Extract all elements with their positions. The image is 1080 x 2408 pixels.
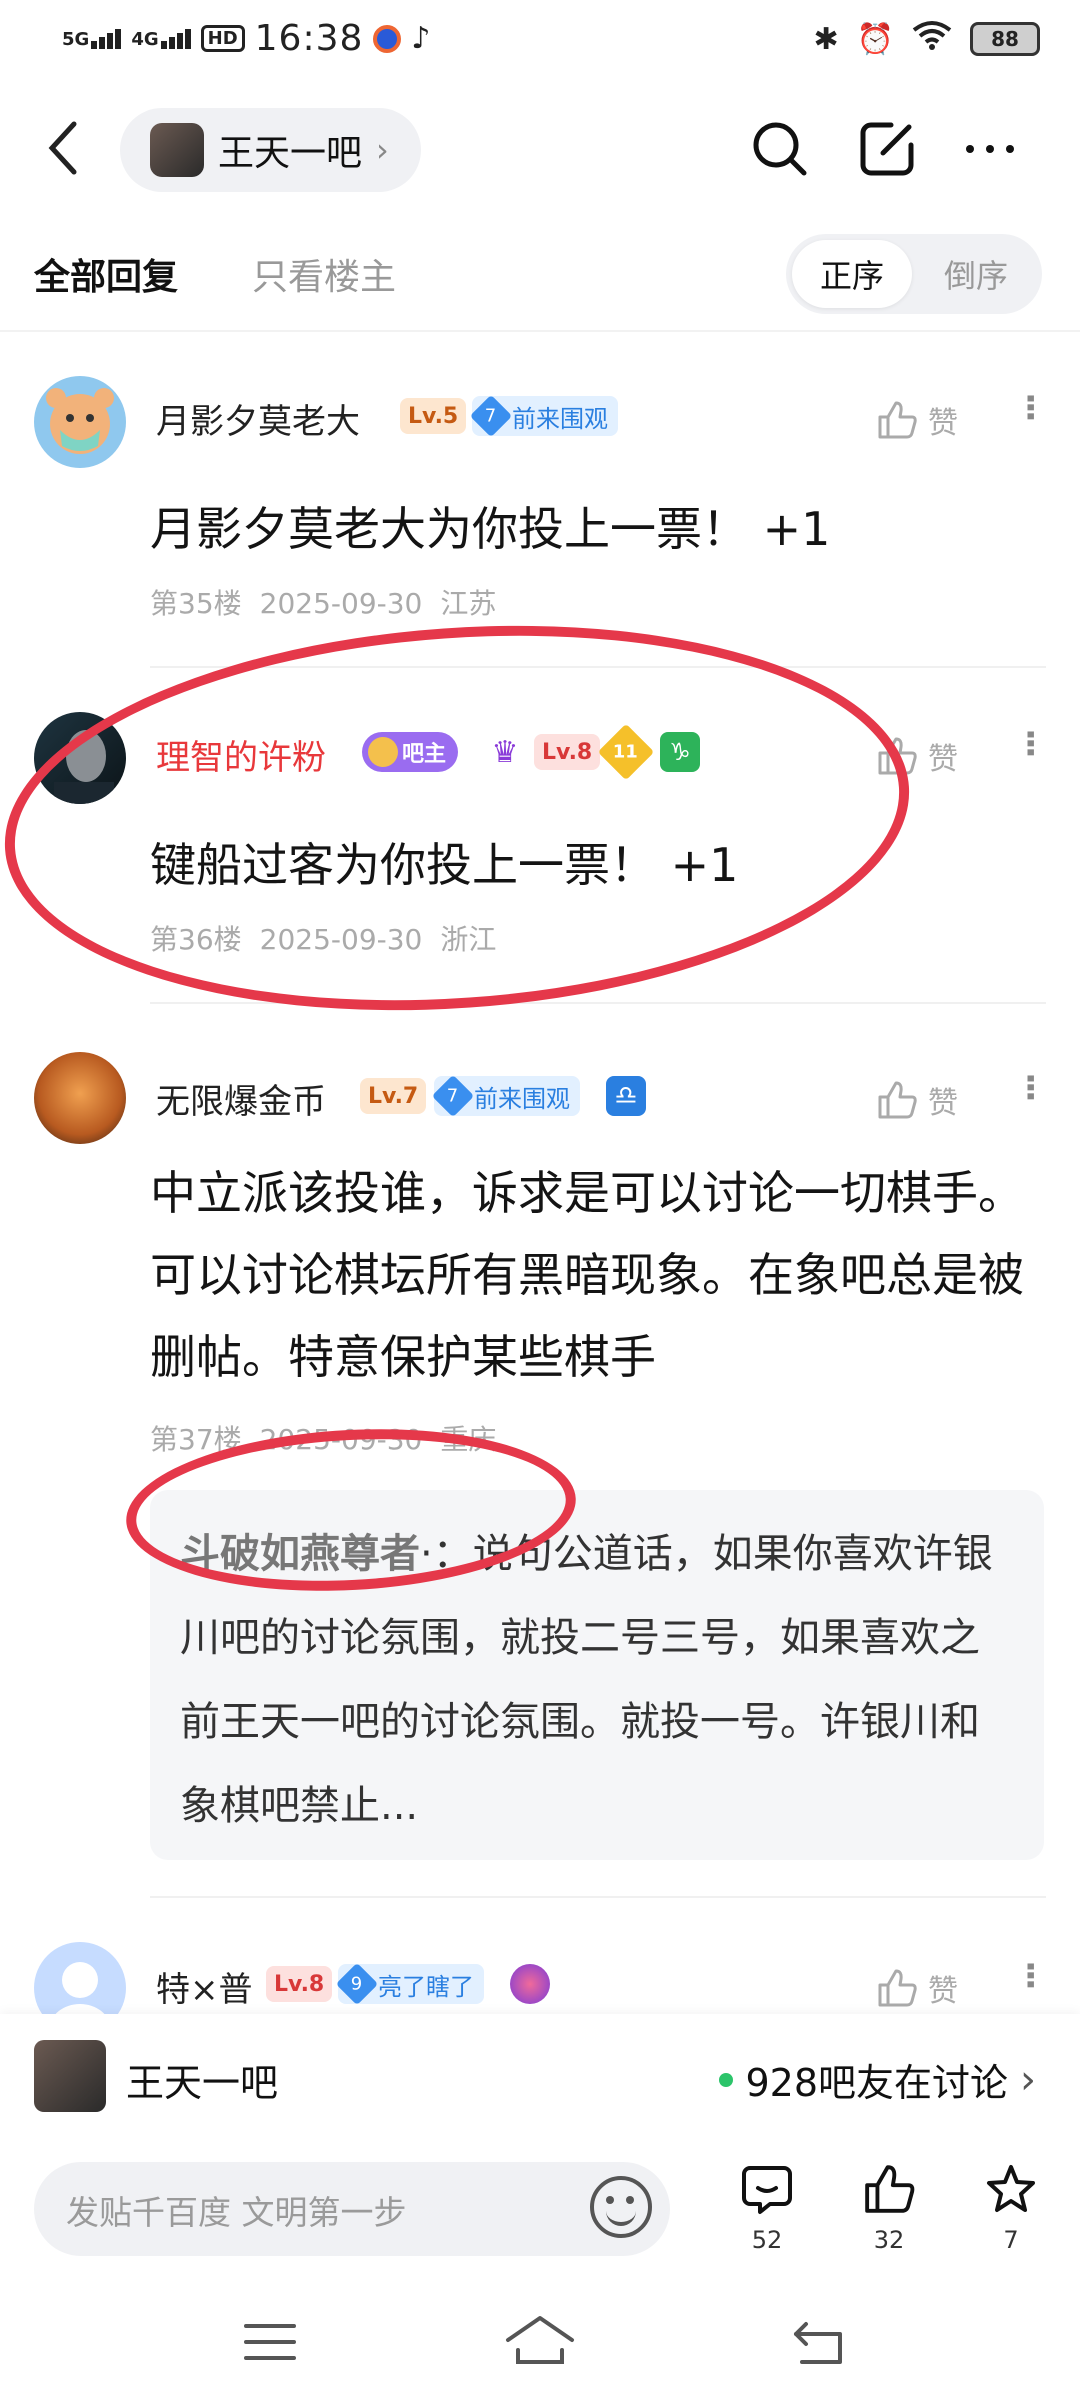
order-toggle: 正序 倒序	[786, 234, 1042, 314]
divider	[150, 666, 1046, 668]
username[interactable]: 无限爆金币	[156, 1074, 326, 1123]
divider	[150, 1002, 1046, 1004]
reply-meta: 第37楼 2025-09-30 重庆	[150, 1423, 497, 1456]
forum-name: 王天一吧	[126, 2061, 279, 2105]
tag-badge: 7 前来围观	[469, 394, 618, 438]
back-nav-icon[interactable]	[792, 2318, 848, 2366]
level-badge: Lv.7	[360, 1078, 427, 1114]
like-button[interactable]: 赞	[876, 1078, 958, 1122]
more-options-icon[interactable]: ···	[1010, 1072, 1050, 1099]
more-icon	[966, 145, 1014, 153]
gem-icon: 7	[469, 394, 513, 438]
sub-reply-box[interactable]: 斗破如燕尊者·：说句公道话，如果你喜欢许银川吧的讨论氛围，就投二号三号，如果喜欢…	[150, 1490, 1044, 1860]
order-asc-button[interactable]: 正序	[792, 240, 912, 308]
favorite-button[interactable]: 7	[966, 2162, 1056, 2254]
like-button[interactable]: 赞	[876, 734, 958, 778]
battery-icon: 88	[970, 22, 1040, 56]
avatar[interactable]	[34, 376, 126, 468]
divider	[0, 330, 1080, 332]
system-nav	[0, 2282, 1080, 2408]
search-icon	[753, 122, 807, 176]
forum-name: 王天一吧	[218, 133, 363, 174]
forum-pill[interactable]: 王天一吧 ›	[120, 108, 421, 192]
username[interactable]: 月影夕莫老大	[156, 394, 360, 443]
home-icon[interactable]	[504, 2314, 576, 2366]
chevron-right-icon: ›	[376, 131, 389, 169]
thumbs-up-icon	[878, 401, 917, 439]
signal-5g-icon: 5G	[62, 28, 122, 49]
avatar[interactable]	[34, 712, 126, 804]
reply-tabs: 全部回复 只看楼主 正序 倒序	[0, 228, 1080, 328]
gem-icon: 7	[431, 1074, 475, 1118]
more-options-icon[interactable]: ···	[1010, 728, 1050, 755]
more-button[interactable]	[955, 114, 1025, 184]
edit-icon	[860, 122, 914, 176]
like-button[interactable]: 赞	[876, 398, 958, 442]
thumbs-up-icon	[878, 1969, 917, 2007]
level-badge: Lv.8	[534, 734, 601, 770]
hd-icon: HD	[200, 25, 245, 52]
tiktok-icon: ♪	[411, 21, 431, 56]
reply-input[interactable]: 发贴千百度 文明第一步	[34, 2162, 670, 2256]
online-count: 928吧友在讨论 ›	[719, 2052, 1036, 2107]
star-icon	[987, 2165, 1035, 2212]
reply-content: 月影夕莫老大为你投上一票！ +1	[150, 502, 831, 556]
more-options-icon[interactable]: ···	[1010, 1960, 1050, 1987]
back-button[interactable]	[44, 118, 84, 193]
libra-icon: ♎	[606, 1076, 646, 1116]
status-bar: 5G 4G HD 16:38 ♪ ✱ ⏰ 88	[0, 0, 1080, 80]
tag-badge: 9 亮了瞎了	[335, 1962, 484, 2006]
gem-icon: 9	[335, 1962, 379, 2006]
diamond-badge: 11	[597, 723, 655, 781]
level-badge: Lv.5	[400, 398, 467, 434]
menu-icon[interactable]	[242, 2320, 298, 2364]
reply-meta: 第36楼 2025-09-30 浙江	[150, 923, 497, 956]
emoji-icon[interactable]	[590, 2176, 652, 2238]
forum-avatar	[34, 2040, 106, 2112]
tab-all-replies[interactable]: 全部回复	[34, 248, 178, 300]
thumbs-up-icon	[878, 1081, 917, 1119]
username[interactable]: 理智的许粉	[156, 730, 326, 779]
crown-icon: ♛	[491, 734, 519, 770]
reply-content: 中立派该投谁，诉求是可以讨论一切棋手。可以讨论棋坛所有黑暗现象。在象吧总是被删帖…	[150, 1166, 1024, 1384]
planet-icon	[510, 1964, 550, 2004]
forum-avatar	[150, 123, 204, 177]
bottom-bar: 发贴千百度 文明第一步 52 32 7	[0, 2142, 1080, 2282]
tab-owner-only[interactable]: 只看楼主	[252, 248, 396, 300]
thumbs-up-icon	[865, 2165, 915, 2213]
forum-bar[interactable]: 王天一吧 928吧友在讨论 ›	[0, 2014, 1080, 2142]
top-nav: 王天一吧 ›	[0, 100, 1080, 200]
clock: 16:38	[254, 18, 364, 59]
more-options-icon[interactable]: ···	[1010, 392, 1050, 419]
search-button[interactable]	[745, 114, 815, 184]
bluetooth-icon: ✱	[813, 21, 839, 57]
edit-button[interactable]	[852, 114, 922, 184]
comments-button[interactable]: 52	[722, 2162, 812, 2254]
wifi-icon	[912, 20, 952, 58]
online-dot-icon	[719, 2072, 734, 2087]
app-notification-icon	[373, 24, 402, 53]
sub-reply-author[interactable]: 斗破如燕尊者	[180, 1531, 420, 1577]
capricorn-icon: ♑	[660, 732, 700, 772]
comment-icon	[742, 2166, 792, 2214]
reply-content: 键船过客为你投上一票！ +1	[150, 838, 739, 892]
tag-badge: 7 前来围观	[431, 1074, 580, 1118]
avatar[interactable]	[34, 1052, 126, 1144]
username[interactable]: 特×普	[156, 1962, 253, 2011]
annotation-circle	[0, 596, 923, 1040]
reply-meta: 第35楼 2025-09-30 江苏	[150, 587, 497, 620]
divider	[150, 1896, 1046, 1898]
alarm-icon: ⏰	[856, 21, 894, 57]
like-button[interactable]: 赞	[876, 1966, 958, 2010]
level-badge: Lv.8	[266, 1966, 333, 2002]
signal-4g-icon: 4G	[131, 28, 191, 49]
admin-icon	[368, 737, 398, 767]
reply-placeholder: 发贴千百度 文明第一步	[66, 2193, 407, 2232]
thumbs-up-icon	[878, 737, 917, 775]
order-desc-button[interactable]: 倒序	[916, 240, 1036, 308]
likes-button[interactable]: 32	[844, 2162, 934, 2254]
admin-badge: 吧主	[362, 732, 459, 772]
chevron-right-icon: ›	[1020, 2056, 1036, 2103]
